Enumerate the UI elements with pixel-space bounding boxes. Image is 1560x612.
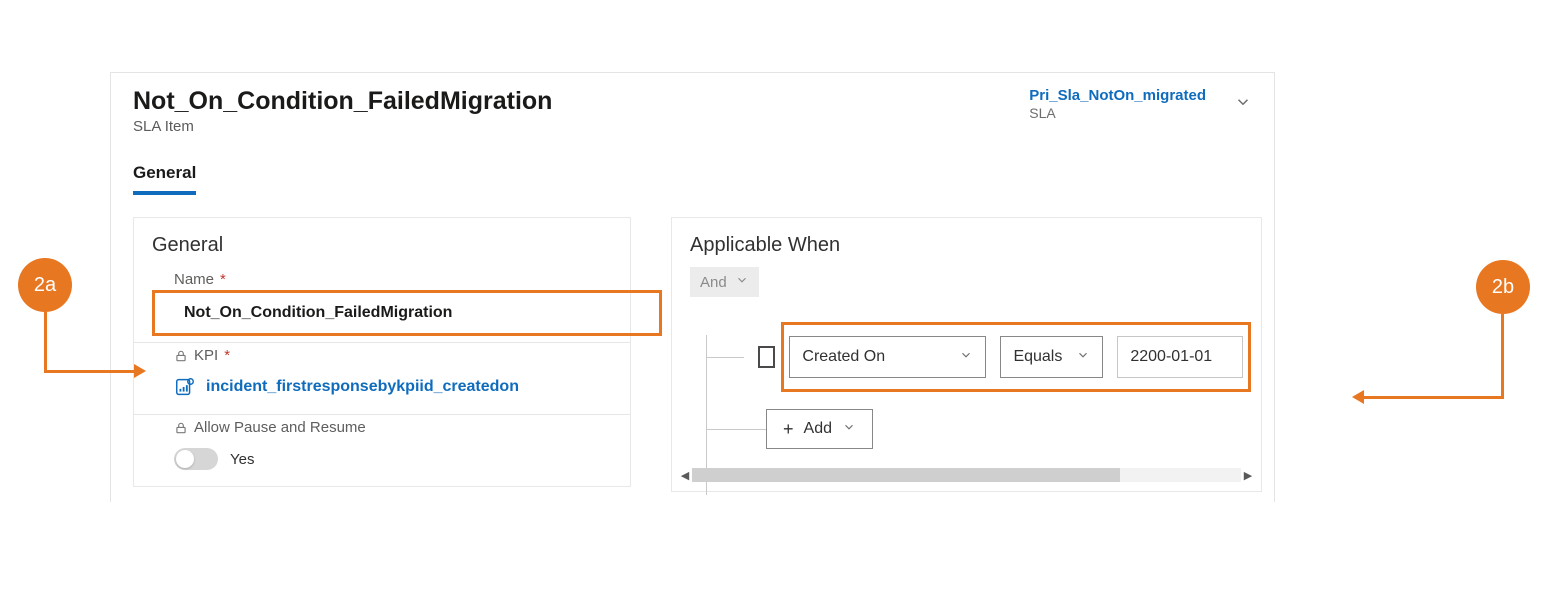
tab-general[interactable]: General bbox=[133, 157, 196, 195]
group-operator-label: And bbox=[700, 274, 727, 291]
related-sla-sub: SLA bbox=[1029, 105, 1206, 121]
allow-pause-label: Allow Pause and Resume bbox=[194, 419, 366, 436]
form-header: Not_On_Condition_FailedMigration SLA Ite… bbox=[111, 73, 1274, 139]
allow-pause-toggle-row: Yes bbox=[174, 442, 612, 476]
kpi-value-link[interactable]: incident_firstresponsebykpiid_createdon bbox=[206, 378, 519, 396]
lock-icon bbox=[174, 349, 188, 363]
scroll-left-arrow[interactable]: ◀ bbox=[678, 469, 692, 482]
kpi-entity-icon bbox=[174, 376, 196, 398]
page-title: Not_On_Condition_FailedMigration bbox=[133, 87, 552, 116]
tab-bar: General bbox=[111, 139, 1274, 195]
tree-connector bbox=[706, 357, 744, 358]
condition-row-checkbox[interactable] bbox=[758, 346, 775, 368]
kpi-label: KPI bbox=[194, 347, 218, 364]
general-panel: General Name* Not_On_Condition_FailedMig… bbox=[133, 217, 631, 487]
related-sla-text: Pri_Sla_NotOn_migrated SLA bbox=[1029, 87, 1206, 121]
highlight-name bbox=[152, 290, 662, 336]
chevron-down-icon bbox=[842, 420, 856, 439]
allow-label-row: Allow Pause and Resume bbox=[174, 419, 612, 436]
general-panel-title: General bbox=[134, 218, 630, 267]
name-label: Name bbox=[174, 271, 214, 288]
highlight-condition bbox=[781, 322, 1251, 392]
scroll-right-arrow[interactable]: ▶ bbox=[1241, 469, 1255, 482]
lock-icon bbox=[174, 421, 188, 435]
record-type-subtitle: SLA Item bbox=[133, 118, 552, 135]
horizontal-scrollbar[interactable]: ◀ ▶ bbox=[678, 467, 1255, 483]
callout-line bbox=[1501, 314, 1504, 398]
title-block: Not_On_Condition_FailedMigration SLA Ite… bbox=[133, 87, 552, 135]
kpi-label-row: KPI * bbox=[174, 347, 612, 364]
callout-badge-2b: 2b bbox=[1476, 260, 1530, 314]
allow-pause-toggle[interactable] bbox=[174, 448, 218, 470]
tree-connector bbox=[706, 429, 766, 430]
name-label-row: Name * bbox=[174, 271, 612, 288]
arrow-left-icon bbox=[1352, 390, 1364, 404]
group-operator-pill[interactable]: And bbox=[690, 267, 759, 297]
kpi-value-row: incident_firstresponsebykpiid_createdon bbox=[174, 370, 612, 404]
arrow-right-icon bbox=[134, 364, 146, 378]
scroll-thumb[interactable] bbox=[692, 468, 1120, 482]
callout-line bbox=[44, 312, 47, 372]
field-allow-pause: Allow Pause and Resume Yes bbox=[134, 415, 630, 486]
add-button-label: Add bbox=[804, 420, 832, 438]
related-sla-link[interactable]: Pri_Sla_NotOn_migrated bbox=[1029, 87, 1206, 104]
callout-line bbox=[1362, 396, 1504, 399]
allow-pause-value: Yes bbox=[230, 451, 254, 468]
plus-icon: + bbox=[783, 419, 794, 440]
related-sla-block[interactable]: Pri_Sla_NotOn_migrated SLA bbox=[1029, 87, 1252, 121]
sla-item-form: Not_On_Condition_FailedMigration SLA Ite… bbox=[110, 72, 1275, 502]
add-condition-button[interactable]: + Add bbox=[766, 409, 873, 449]
chevron-down-icon[interactable] bbox=[1234, 93, 1252, 116]
required-indicator: * bbox=[224, 347, 230, 364]
scroll-track[interactable] bbox=[692, 468, 1241, 482]
chevron-down-icon bbox=[735, 273, 749, 291]
required-indicator: * bbox=[220, 271, 226, 288]
callout-line bbox=[44, 370, 136, 373]
callout-badge-2a: 2a bbox=[18, 258, 72, 312]
field-kpi: KPI * incident_firstresponsebykpiid_creat… bbox=[134, 343, 630, 415]
applicable-panel-title: Applicable When bbox=[672, 218, 1261, 267]
add-condition-row: + Add bbox=[690, 409, 1243, 449]
